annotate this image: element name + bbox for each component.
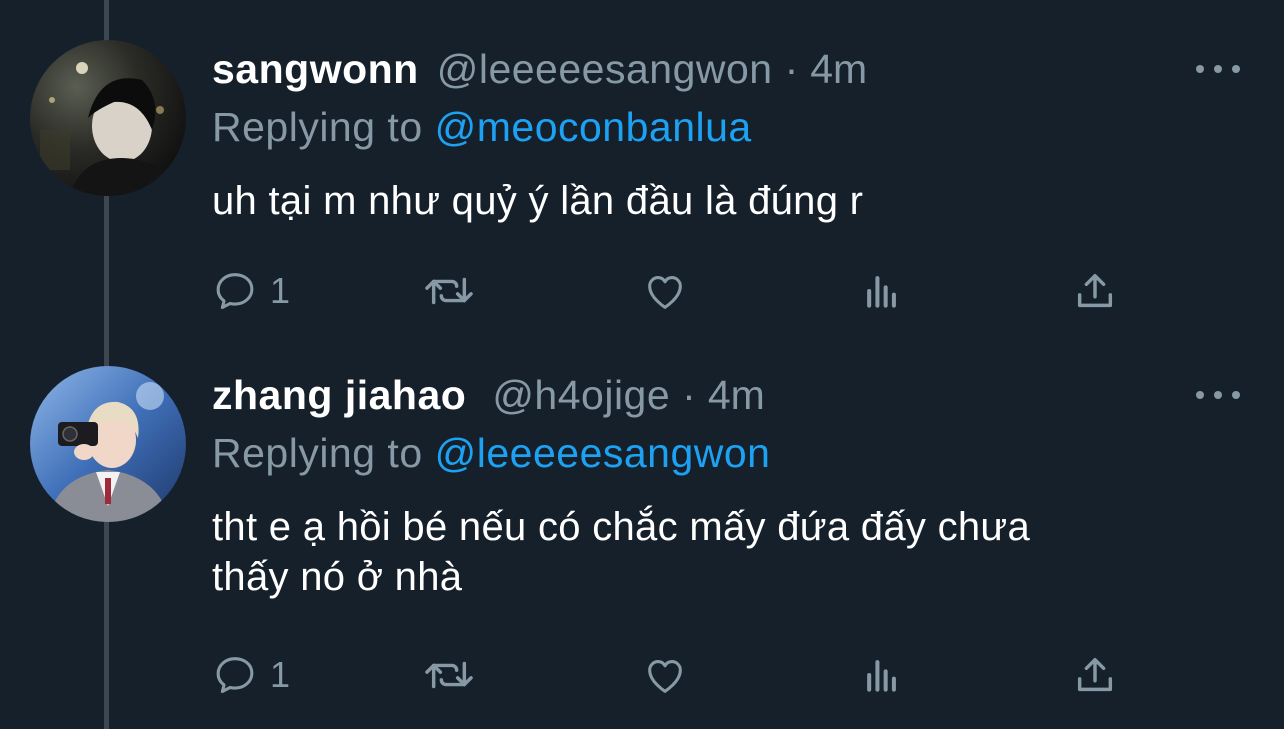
like-button[interactable]: [640, 650, 690, 700]
tweet-text-line: tht e ạ hồi bé nếu có chắc mấy đứa đấy c…: [212, 505, 1031, 549]
display-name[interactable]: sangwonn: [212, 40, 419, 98]
separator-dot: ·: [682, 372, 696, 418]
reply-icon: [216, 657, 254, 694]
reply-count: 1: [270, 654, 291, 695]
analytics-icon: [867, 660, 896, 692]
share-icon: [1077, 273, 1113, 308]
user-handle[interactable]: @leeeeesangwon: [437, 40, 773, 98]
analytics-button[interactable]: [860, 266, 904, 316]
timestamp[interactable]: 4m: [810, 40, 867, 98]
avatar[interactable]: [30, 40, 186, 196]
tweet-actions: 1: [212, 650, 1142, 700]
reply-icon: [216, 273, 254, 310]
timestamp[interactable]: 4m: [708, 366, 765, 424]
tweet-text: uh tại m như quỷ ý lần đầu là đúng r: [212, 176, 1222, 226]
analytics-icon: [867, 276, 896, 308]
avatar[interactable]: [30, 366, 186, 522]
share-icon: [1077, 657, 1113, 692]
retweet-button[interactable]: [422, 650, 476, 700]
reply-button[interactable]: 1: [212, 650, 290, 700]
tweet-header: sangwonn @leeeeesangwon · 4m: [212, 40, 867, 98]
separator-dot: ·: [784, 46, 799, 92]
reply-mention-link[interactable]: @meoconbanlua: [435, 104, 752, 150]
reply-count: 1: [270, 270, 291, 311]
share-button[interactable]: [1072, 650, 1118, 700]
display-name[interactable]: zhang jiahao: [212, 366, 466, 424]
replying-to: Replying to @meoconbanlua: [212, 98, 752, 156]
reply-mention-link[interactable]: @leeeeesangwon: [435, 430, 771, 476]
more-icon[interactable]: [1196, 380, 1240, 410]
replying-to-label: Replying to: [212, 430, 423, 476]
like-icon: [648, 276, 682, 309]
retweet-button[interactable]: [422, 266, 476, 316]
tweet-2[interactable]: zhang jiahao @h4ojige · 4m Replying to @l…: [0, 366, 1284, 706]
analytics-button[interactable]: [860, 650, 904, 700]
tweet-actions: 1: [212, 266, 1142, 316]
tweet-header: zhang jiahao @h4ojige · 4m: [212, 366, 765, 424]
tweet-text-line: uh tại m như quỷ ý lần đầu là đúng r: [212, 179, 864, 223]
like-button[interactable]: [640, 266, 690, 316]
user-handle[interactable]: @h4ojige: [492, 366, 670, 424]
more-icon[interactable]: [1196, 54, 1240, 84]
tweet-text-line: thấy nó ở nhà: [212, 555, 463, 599]
tweet-text: tht e ạ hồi bé nếu có chắc mấy đứa đấy c…: [212, 502, 1222, 602]
share-button[interactable]: [1072, 266, 1118, 316]
like-icon: [648, 660, 682, 693]
tweet-1[interactable]: sangwonn @leeeeesangwon · 4m Replying to…: [0, 40, 1284, 340]
retweet-icon: [425, 661, 473, 689]
reply-button[interactable]: 1: [212, 266, 290, 316]
retweet-icon: [425, 277, 473, 305]
replying-to: Replying to @leeeeesangwon: [212, 424, 771, 482]
replying-to-label: Replying to: [212, 104, 423, 150]
